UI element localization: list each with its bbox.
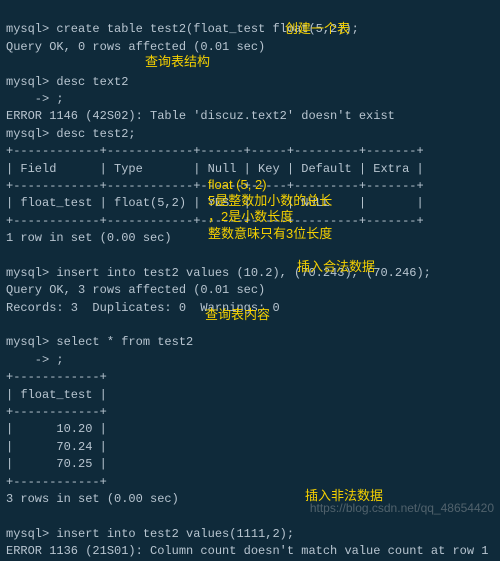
cont: -> ; [6, 353, 64, 367]
cmd-desc-test2: mysql> desc test2; [6, 127, 136, 141]
desc-sep: +------------+------------+------+-----+… [6, 144, 424, 158]
sel-r3: | 70.25 | [6, 457, 107, 471]
sel-sep: +------------+ [6, 405, 107, 419]
rows1: 1 row in set (0.00 sec) [6, 231, 172, 245]
cmd-desc-text2: mysql> desc text2 [6, 75, 128, 89]
ann-create: 创建一个表 [285, 20, 350, 39]
sel-r2: | 70.24 | [6, 440, 107, 454]
err-1136: ERROR 1136 (21S01): Column count doesn't… [6, 544, 488, 558]
cont: -> ; [6, 92, 64, 106]
sel-r1: | 10.20 | [6, 422, 107, 436]
resp-insert-ok: Query OK, 3 rows affected (0.01 sec) [6, 283, 265, 297]
resp-create: Query OK, 0 rows affected (0.01 sec) [6, 40, 265, 54]
sel-sep: +------------+ [6, 370, 107, 384]
ann-insert-ok: 插入合法数据 [297, 258, 375, 277]
err-1146: ERROR 1146 (42S02): Table 'discuz.text2'… [6, 109, 395, 123]
ann-desc: 查询表结构 [145, 53, 210, 72]
terminal-output: mysql> create table test2(float_test flo… [6, 4, 494, 561]
sel-hdr: | float_test | [6, 388, 107, 402]
desc-hdr: | Field | Type | Null | Key | Default | … [6, 162, 424, 176]
watermark: https://blog.csdn.net/qq_48654420 [310, 500, 494, 517]
cmd-select: mysql> select * from test2 [6, 335, 193, 349]
ann-float4: 整数意味只有3位长度 [208, 225, 332, 244]
sel-sep: +------------+ [6, 475, 107, 489]
cmd-insert-bad: mysql> insert into test2 values(1111,2); [6, 527, 294, 541]
ann-select: 查询表内容 [205, 306, 270, 325]
rows3: 3 rows in set (0.00 sec) [6, 492, 179, 506]
